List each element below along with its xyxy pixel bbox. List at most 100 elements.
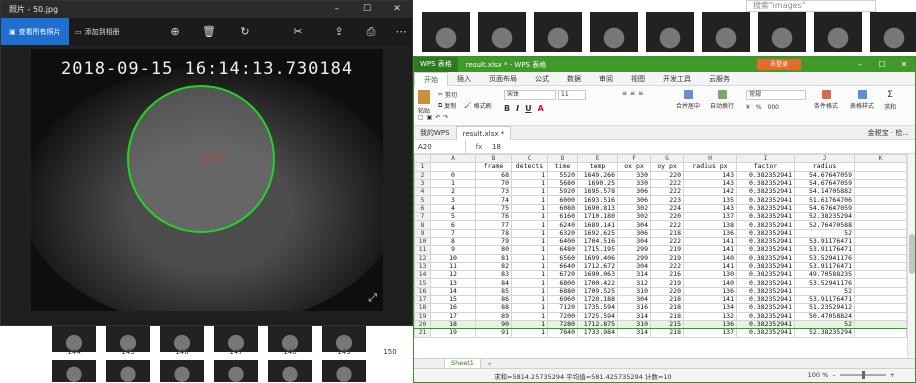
cell[interactable]: 219 [650, 253, 684, 263]
cell[interactable]: 84 [475, 278, 512, 288]
cell[interactable]: 1 [511, 278, 548, 288]
image-thumbnail[interactable] [758, 12, 806, 52]
cell[interactable]: 316 [617, 303, 651, 313]
add-to-album-button[interactable]: ▭ 添加到相册 [69, 18, 126, 45]
vertical-scrollbar[interactable] [907, 154, 915, 364]
cell[interactable]: 74 [475, 195, 512, 205]
formula-input[interactable]: 18 [492, 143, 501, 151]
cell[interactable]: 1733.984 [577, 328, 618, 338]
header-cell[interactable]: detects [511, 162, 548, 172]
cell[interactable]: 6 [430, 220, 476, 230]
cell[interactable]: 50.47058824 [794, 311, 855, 321]
header-cell[interactable]: ox px [617, 162, 651, 172]
cell[interactable]: 0.382352941 [736, 245, 795, 255]
cell[interactable]: 1690.813 [577, 203, 618, 214]
cell[interactable]: 1704.516 [577, 236, 618, 247]
cell[interactable]: 1 [511, 328, 548, 338]
cell[interactable]: 79 [475, 236, 512, 247]
cell[interactable] [854, 236, 907, 247]
cell[interactable]: 302 [617, 212, 651, 222]
cell[interactable]: 1 [511, 236, 548, 247]
col-header[interactable]: A [430, 154, 476, 164]
cell[interactable]: 51.23529412 [794, 303, 855, 313]
cell[interactable]: 6640 [547, 261, 578, 272]
cell[interactable]: 89 [475, 311, 512, 321]
cell[interactable]: 82 [475, 261, 512, 272]
align-middle-icon[interactable]: ≡ [630, 90, 635, 97]
cell[interactable]: 5680 [547, 178, 578, 189]
cell[interactable]: 218 [650, 303, 684, 313]
image-thumbnail[interactable] [814, 12, 862, 52]
cell[interactable]: 6240 [547, 220, 578, 230]
cell[interactable]: 142 [683, 187, 737, 197]
tab-result-xlsx[interactable]: result.xlsx * [455, 125, 512, 140]
cell[interactable]: 143 [683, 170, 737, 180]
cell[interactable]: 136 [683, 319, 737, 330]
cell[interactable]: 12 [430, 270, 476, 280]
tab-home[interactable]: 开始 [414, 71, 448, 86]
cell[interactable]: 1 [511, 261, 548, 272]
row-header[interactable]: 13 [414, 261, 431, 272]
image-thumbnail[interactable] [702, 12, 750, 52]
cell[interactable]: 1695.578 [577, 187, 618, 197]
cell[interactable]: 137 [683, 212, 737, 222]
col-header[interactable]: D [547, 154, 578, 164]
align-bottom-icon[interactable]: ≡ [638, 90, 643, 97]
cell[interactable]: 299 [617, 253, 651, 263]
cell[interactable]: 304 [617, 295, 651, 305]
cell[interactable]: 216 [650, 270, 684, 280]
cell[interactable]: 1 [511, 178, 548, 189]
cell[interactable]: 1 [511, 212, 548, 222]
font-select[interactable]: 宋体 [504, 90, 556, 100]
underline-icon[interactable]: U [525, 104, 532, 113]
rotate-icon[interactable]: ↻ [233, 18, 257, 45]
cell[interactable]: 1710.180 [577, 212, 618, 222]
cell[interactable]: 5520 [547, 170, 578, 180]
cell[interactable]: 140 [683, 253, 737, 263]
col-header[interactable]: K [854, 154, 907, 164]
cell[interactable] [854, 212, 907, 222]
cell[interactable]: 52 [794, 319, 855, 330]
cell[interactable]: 306 [617, 195, 651, 205]
cell[interactable]: 141 [683, 295, 737, 305]
cell[interactable]: 0.382352941 [736, 311, 795, 321]
cell[interactable]: 0.382352941 [736, 286, 795, 297]
cell[interactable]: 0.382352941 [736, 319, 795, 330]
header-cell[interactable]: radius px [683, 162, 737, 172]
cell[interactable] [854, 295, 907, 305]
view-all-photos-button[interactable]: ▣ 查看所有照片 [1, 18, 69, 45]
minimize-icon[interactable]: – [322, 1, 352, 18]
cell[interactable]: 7840 [547, 328, 578, 338]
header-cell[interactable]: factor [736, 162, 795, 172]
font-color-icon[interactable]: A [538, 104, 544, 113]
header-cell[interactable]: temp [577, 162, 618, 172]
cell[interactable]: 86 [475, 295, 512, 305]
cell[interactable]: 310 [617, 319, 651, 330]
row-header[interactable]: 9 [414, 228, 431, 238]
cell[interactable]: 1 [511, 253, 548, 263]
cell[interactable]: 6720 [547, 270, 578, 280]
cell[interactable]: 218 [650, 228, 684, 238]
row-header[interactable]: 5 [414, 195, 431, 205]
cell[interactable]: 1692.625 [577, 228, 618, 238]
cell[interactable]: 53.91176471 [794, 295, 855, 305]
cell[interactable]: 1690.063 [577, 270, 618, 280]
maximize-icon[interactable]: ☐ [352, 1, 382, 18]
image-thumbnail[interactable] [870, 12, 916, 52]
cell[interactable]: 91 [475, 328, 512, 338]
zoom-out-icon[interactable]: – [832, 371, 835, 379]
col-header[interactable]: H [683, 154, 737, 164]
cell[interactable]: 1 [511, 270, 548, 280]
cell[interactable]: 215 [650, 319, 684, 330]
cell[interactable]: 304 [617, 261, 651, 272]
cell[interactable]: 1 [511, 195, 548, 205]
col-header[interactable]: J [794, 154, 855, 164]
cell[interactable]: 52.38235294 [794, 212, 855, 222]
cell[interactable] [854, 228, 907, 238]
cell[interactable]: 1 [511, 286, 548, 297]
cell[interactable] [854, 170, 907, 180]
name-box[interactable]: A20 [414, 139, 466, 154]
row-header[interactable]: 3 [414, 178, 431, 189]
cell[interactable] [854, 261, 907, 272]
tab-my-wps[interactable]: 我的WPS [414, 126, 456, 140]
